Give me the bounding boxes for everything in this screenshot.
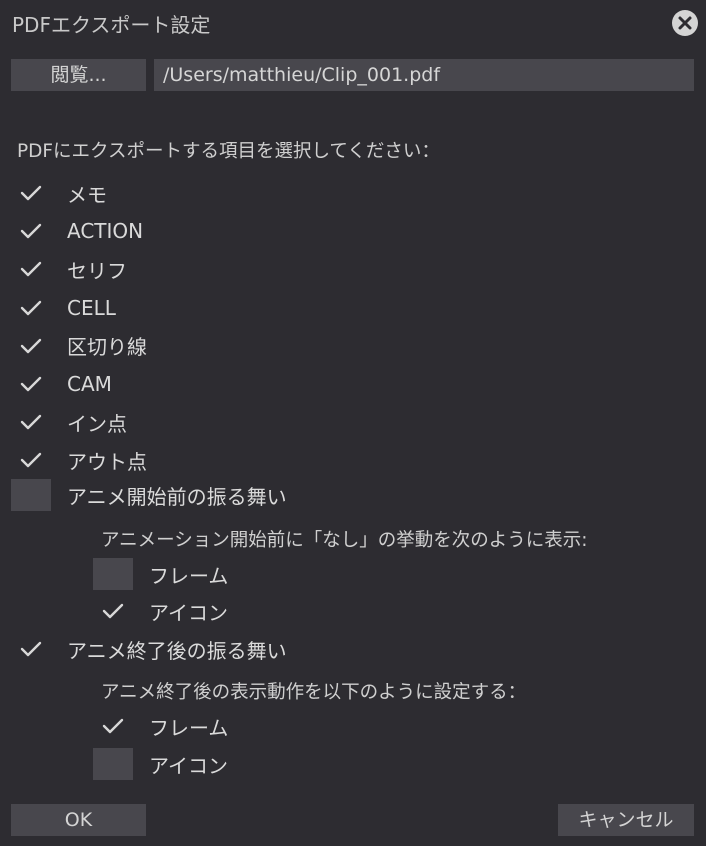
- export-item-checkbox[interactable]: [11, 368, 51, 400]
- export-item-row[interactable]: メモ: [11, 177, 107, 209]
- checkmark-icon: [20, 338, 42, 353]
- before-start-frame-label: フレーム: [149, 563, 229, 588]
- export-item-checkbox[interactable]: [11, 292, 51, 324]
- checkmark-icon: [20, 414, 42, 430]
- export-item-checkbox[interactable]: [11, 406, 51, 438]
- checkmark-icon: [20, 300, 42, 315]
- checkmark-icon: [102, 603, 124, 619]
- export-item-row[interactable]: ACTION: [11, 215, 143, 247]
- export-item-label: イン点: [67, 411, 127, 436]
- after-end-option-icon[interactable]: アイコン: [93, 748, 228, 780]
- export-item-label: メモ: [67, 182, 107, 207]
- file-path-field[interactable]: /Users/matthieu/Clip_001.pdf: [154, 59, 694, 91]
- export-item-row[interactable]: イン点: [11, 406, 127, 438]
- before-start-label: アニメ開始前の振る舞い: [67, 484, 287, 509]
- export-item-label: 区切り線: [67, 335, 147, 360]
- checkmark-icon: [20, 262, 42, 277]
- before-start-icon-checkbox[interactable]: [93, 595, 133, 627]
- export-item-row[interactable]: セリフ: [11, 253, 127, 285]
- after-end-frame-label: フレーム: [149, 715, 229, 740]
- export-prompt: PDFにエクスポートする項目を選択してください：: [17, 141, 440, 162]
- after-end-icon-label: アイコン: [149, 753, 228, 778]
- before-start-icon-label: アイコン: [149, 600, 228, 625]
- before-start-option-frame[interactable]: フレーム: [93, 558, 228, 590]
- after-end-checkbox[interactable]: [11, 633, 51, 665]
- export-item-label: CAM: [67, 372, 112, 396]
- checkmark-icon: [20, 641, 42, 657]
- export-item-checkbox[interactable]: [11, 444, 51, 476]
- after-end-icon-checkbox[interactable]: [93, 748, 133, 780]
- export-item-row[interactable]: 区切り線: [11, 330, 147, 362]
- ok-button[interactable]: OK: [11, 804, 146, 836]
- cancel-button[interactable]: キャンセル: [558, 804, 694, 836]
- export-item-checkbox[interactable]: [11, 177, 51, 209]
- export-item-row[interactable]: CELL: [11, 292, 116, 324]
- dialog-title: PDFエクスポート設定: [12, 13, 211, 37]
- after-end-option-frame[interactable]: フレーム: [93, 710, 228, 742]
- before-start-checkbox-row[interactable]: アニメ開始前の振る舞い: [11, 479, 287, 511]
- export-item-checkbox[interactable]: [11, 330, 51, 362]
- export-item-label: ACTION: [67, 219, 144, 244]
- after-end-description: アニメ終了後の表示動作を以下のように設定する：: [101, 682, 527, 703]
- export-item-label: セリフ: [67, 258, 127, 283]
- checkmark-icon: [20, 223, 42, 239]
- before-start-checkbox[interactable]: [11, 479, 51, 511]
- after-end-checkbox-row[interactable]: アニメ終了後の振る舞い: [11, 633, 287, 665]
- export-item-row[interactable]: アウト点: [11, 444, 147, 476]
- after-end-frame-checkbox[interactable]: [93, 710, 133, 742]
- close-icon[interactable]: [672, 10, 698, 36]
- export-item-checkbox[interactable]: [11, 253, 51, 285]
- checkmark-icon: [20, 185, 42, 201]
- checkmark-icon: [102, 718, 124, 734]
- export-item-checkbox[interactable]: [11, 215, 51, 247]
- export-item-label: CELL: [67, 295, 116, 320]
- export-item-row[interactable]: CAM: [11, 368, 112, 400]
- browse-button[interactable]: 閲覧...: [11, 59, 146, 91]
- export-item-label: アウト点: [67, 449, 147, 474]
- checkmark-icon: [20, 453, 42, 468]
- checkmark-icon: [20, 376, 42, 392]
- before-start-frame-checkbox[interactable]: [93, 558, 133, 590]
- after-end-label: アニメ終了後の振る舞い: [67, 638, 287, 663]
- before-start-description: アニメーション開始前に「なし」の挙動を次のように表示:: [101, 530, 588, 551]
- before-start-option-icon[interactable]: アイコン: [93, 595, 228, 627]
